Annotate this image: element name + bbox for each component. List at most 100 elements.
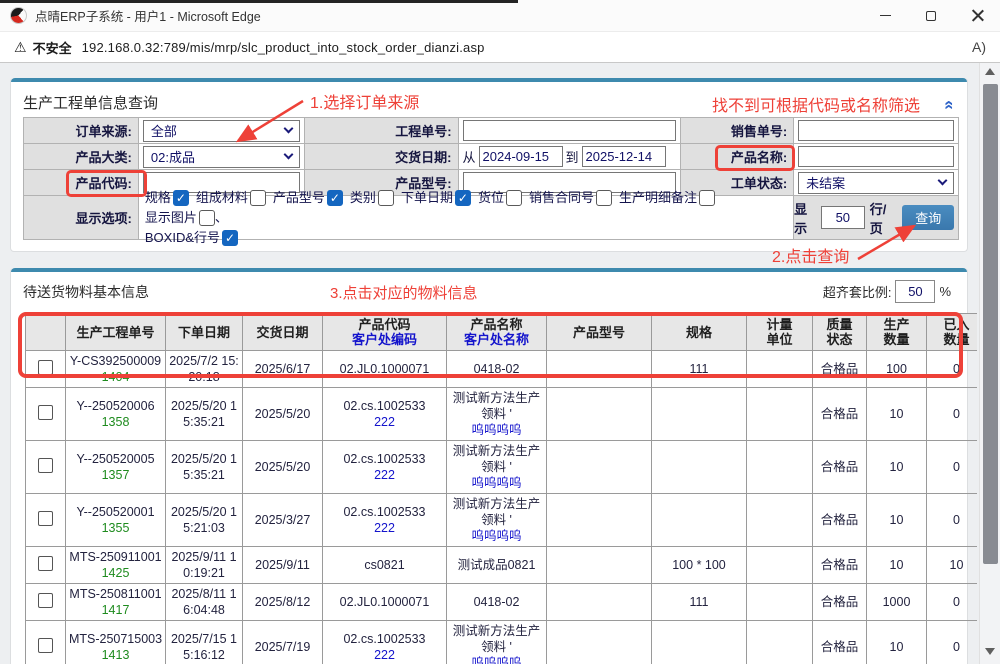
order-id: 1413 (67, 647, 164, 663)
product-category-label: 产品大类: (24, 144, 139, 170)
date-to-input[interactable] (582, 146, 666, 167)
date-from-input[interactable] (479, 146, 563, 167)
material-row[interactable]: MTS-25091100114252025/9/11 10:19:212025/… (26, 547, 978, 584)
checkbox-unchecked-icon[interactable] (250, 190, 266, 206)
material-row[interactable]: Y--25052000613582025/5/20 15:35:212025/5… (26, 388, 978, 441)
row-select-cell (26, 547, 66, 584)
scrollbar-thumb[interactable] (983, 84, 998, 564)
scroll-up-icon[interactable] (985, 68, 995, 75)
order-no-cell[interactable]: Y-CS3925000091404 (66, 351, 166, 388)
spec-cell: 100 * 100 (652, 547, 747, 584)
chevron-down-icon (938, 176, 948, 186)
display-option-label: 下单日期 (401, 188, 453, 208)
row-checkbox[interactable] (38, 360, 53, 375)
row-checkbox[interactable] (38, 638, 53, 653)
product-name-cell: 测试新方法生产领料 '呜呜呜呜 (447, 441, 547, 494)
close-icon (971, 9, 984, 22)
row-select-cell (26, 351, 66, 388)
customer-name[interactable]: 呜呜呜呜 (448, 528, 545, 544)
product-category-select[interactable]: 02:成品 (143, 146, 300, 168)
checkbox-unchecked-icon[interactable] (199, 210, 215, 226)
customer-name[interactable]: 呜呜呜呜 (448, 655, 545, 664)
checkbox-unchecked-icon[interactable] (506, 190, 522, 206)
material-row[interactable]: Y-CS39250000914042025/7/2 15:20:182025/6… (26, 351, 978, 388)
stocked-qty-cell: 0 (927, 584, 978, 621)
quality-status-cell: 合格品 (813, 547, 867, 584)
collapse-panel-icon[interactable]: « (945, 100, 955, 109)
row-checkbox[interactable] (38, 458, 53, 473)
material-row[interactable]: MTS-25071500314132025/7/15 15:16:122025/… (26, 621, 978, 664)
column-header (26, 314, 66, 351)
delivery-date-cell: 2025/8/12 (243, 584, 323, 621)
close-button[interactable] (954, 0, 1000, 32)
product-name-input[interactable] (798, 146, 954, 167)
customer-name[interactable]: 呜呜呜呜 (448, 475, 545, 491)
delivery-date-cell: 2025/9/11 (243, 547, 323, 584)
minimize-button[interactable] (862, 0, 908, 32)
row-select-cell (26, 388, 66, 441)
production-qty-cell: 10 (867, 547, 927, 584)
display-option-label: 销售合同号 (529, 188, 594, 208)
checkbox-checked-icon[interactable]: ✓ (222, 230, 238, 246)
security-label[interactable]: 不安全 (33, 38, 72, 57)
delivery-date-cell: 2025/7/19 (243, 621, 323, 664)
search-button[interactable]: 查询 (902, 205, 954, 230)
url-text[interactable]: 192.168.0.32:789/mis/mrp/slc_product_int… (82, 40, 485, 55)
read-aloud-icon[interactable]: A) (972, 39, 986, 55)
checkbox-unchecked-icon[interactable] (378, 190, 394, 206)
address-bar[interactable]: ⚠ 不安全 192.168.0.32:789/mis/mrp/slc_produ… (0, 32, 1000, 63)
customer-code[interactable]: 222 (324, 647, 445, 663)
material-row[interactable]: Y--25052000113552025/5/20 15:21:032025/3… (26, 494, 978, 547)
checkbox-checked-icon[interactable]: ✓ (173, 190, 189, 206)
panel-accent-bar (11, 268, 967, 272)
order-no-cell[interactable]: MTS-2509110011425 (66, 547, 166, 584)
customer-code[interactable]: 222 (324, 467, 445, 483)
column-header: 交货日期 (243, 314, 323, 351)
page-content: 生产工程单信息查询 « 订单来源: 全部 工程单号: 销售单号: 产品大类: 0… (0, 63, 1000, 664)
scroll-down-icon[interactable] (985, 648, 995, 655)
page-size-input[interactable] (821, 206, 865, 229)
product-model-cell (547, 441, 652, 494)
query-panel-title: 生产工程单信息查询 (23, 92, 158, 113)
order-no-cell[interactable]: MTS-2507150031413 (66, 621, 166, 664)
display-option: 货位 (478, 188, 522, 208)
annotation-step1: 1.选择订单来源 (310, 89, 419, 113)
order-status-select[interactable]: 未结案 (798, 172, 954, 194)
spec-cell (652, 494, 747, 547)
order-no-cell[interactable]: Y--2505200011355 (66, 494, 166, 547)
row-checkbox[interactable] (38, 556, 53, 571)
checkbox-unchecked-icon[interactable] (596, 190, 612, 206)
display-option: 销售合同号 (529, 188, 612, 208)
checkbox-checked-icon[interactable]: ✓ (327, 190, 343, 206)
material-row[interactable]: Y--25052000513572025/5/20 15:35:212025/5… (26, 441, 978, 494)
checkbox-checked-icon[interactable]: ✓ (455, 190, 471, 206)
order-no-cell[interactable]: MTS-2508110011417 (66, 584, 166, 621)
ratio-input[interactable] (895, 280, 935, 303)
display-options-label: 显示选项: (24, 196, 139, 240)
row-checkbox[interactable] (38, 593, 53, 608)
production-qty-cell: 10 (867, 441, 927, 494)
customer-code[interactable]: 222 (324, 520, 445, 536)
maximize-button[interactable] (908, 0, 954, 32)
row-checkbox[interactable] (38, 511, 53, 526)
row-checkbox[interactable] (38, 405, 53, 420)
window-titlebar: 点晴ERP子系统 - 用户1 - Microsoft Edge (0, 0, 1000, 32)
product-code-cell: 02.cs.1002533222 (323, 388, 447, 441)
order-no-cell[interactable]: Y--2505200061358 (66, 388, 166, 441)
order-source-select[interactable]: 全部 (143, 120, 300, 142)
checkbox-unchecked-icon[interactable] (699, 190, 715, 206)
page-scrollbar[interactable] (979, 63, 1000, 664)
materials-table: 生产工程单号下单日期交货日期产品代码客户处编码产品名称客户处名称产品型号规格计量… (25, 313, 977, 664)
product-code-cell: 02.cs.1002533222 (323, 494, 447, 547)
rows-per-page-text: 行/页 (870, 199, 895, 237)
order-no-cell[interactable]: Y--2505200051357 (66, 441, 166, 494)
unit-cell (747, 494, 813, 547)
material-row[interactable]: MTS-25081100114172025/8/11 16:04:482025/… (26, 584, 978, 621)
annotation-hint: 找不到可根据代码或名称筛选 (712, 92, 920, 116)
customer-code[interactable]: 222 (324, 414, 445, 430)
sales-no-input[interactable] (798, 120, 954, 141)
row-select-cell (26, 494, 66, 547)
order-date-cell: 2025/7/15 15:16:12 (166, 621, 243, 664)
project-no-input[interactable] (463, 120, 677, 141)
customer-name[interactable]: 呜呜呜呜 (448, 422, 545, 438)
